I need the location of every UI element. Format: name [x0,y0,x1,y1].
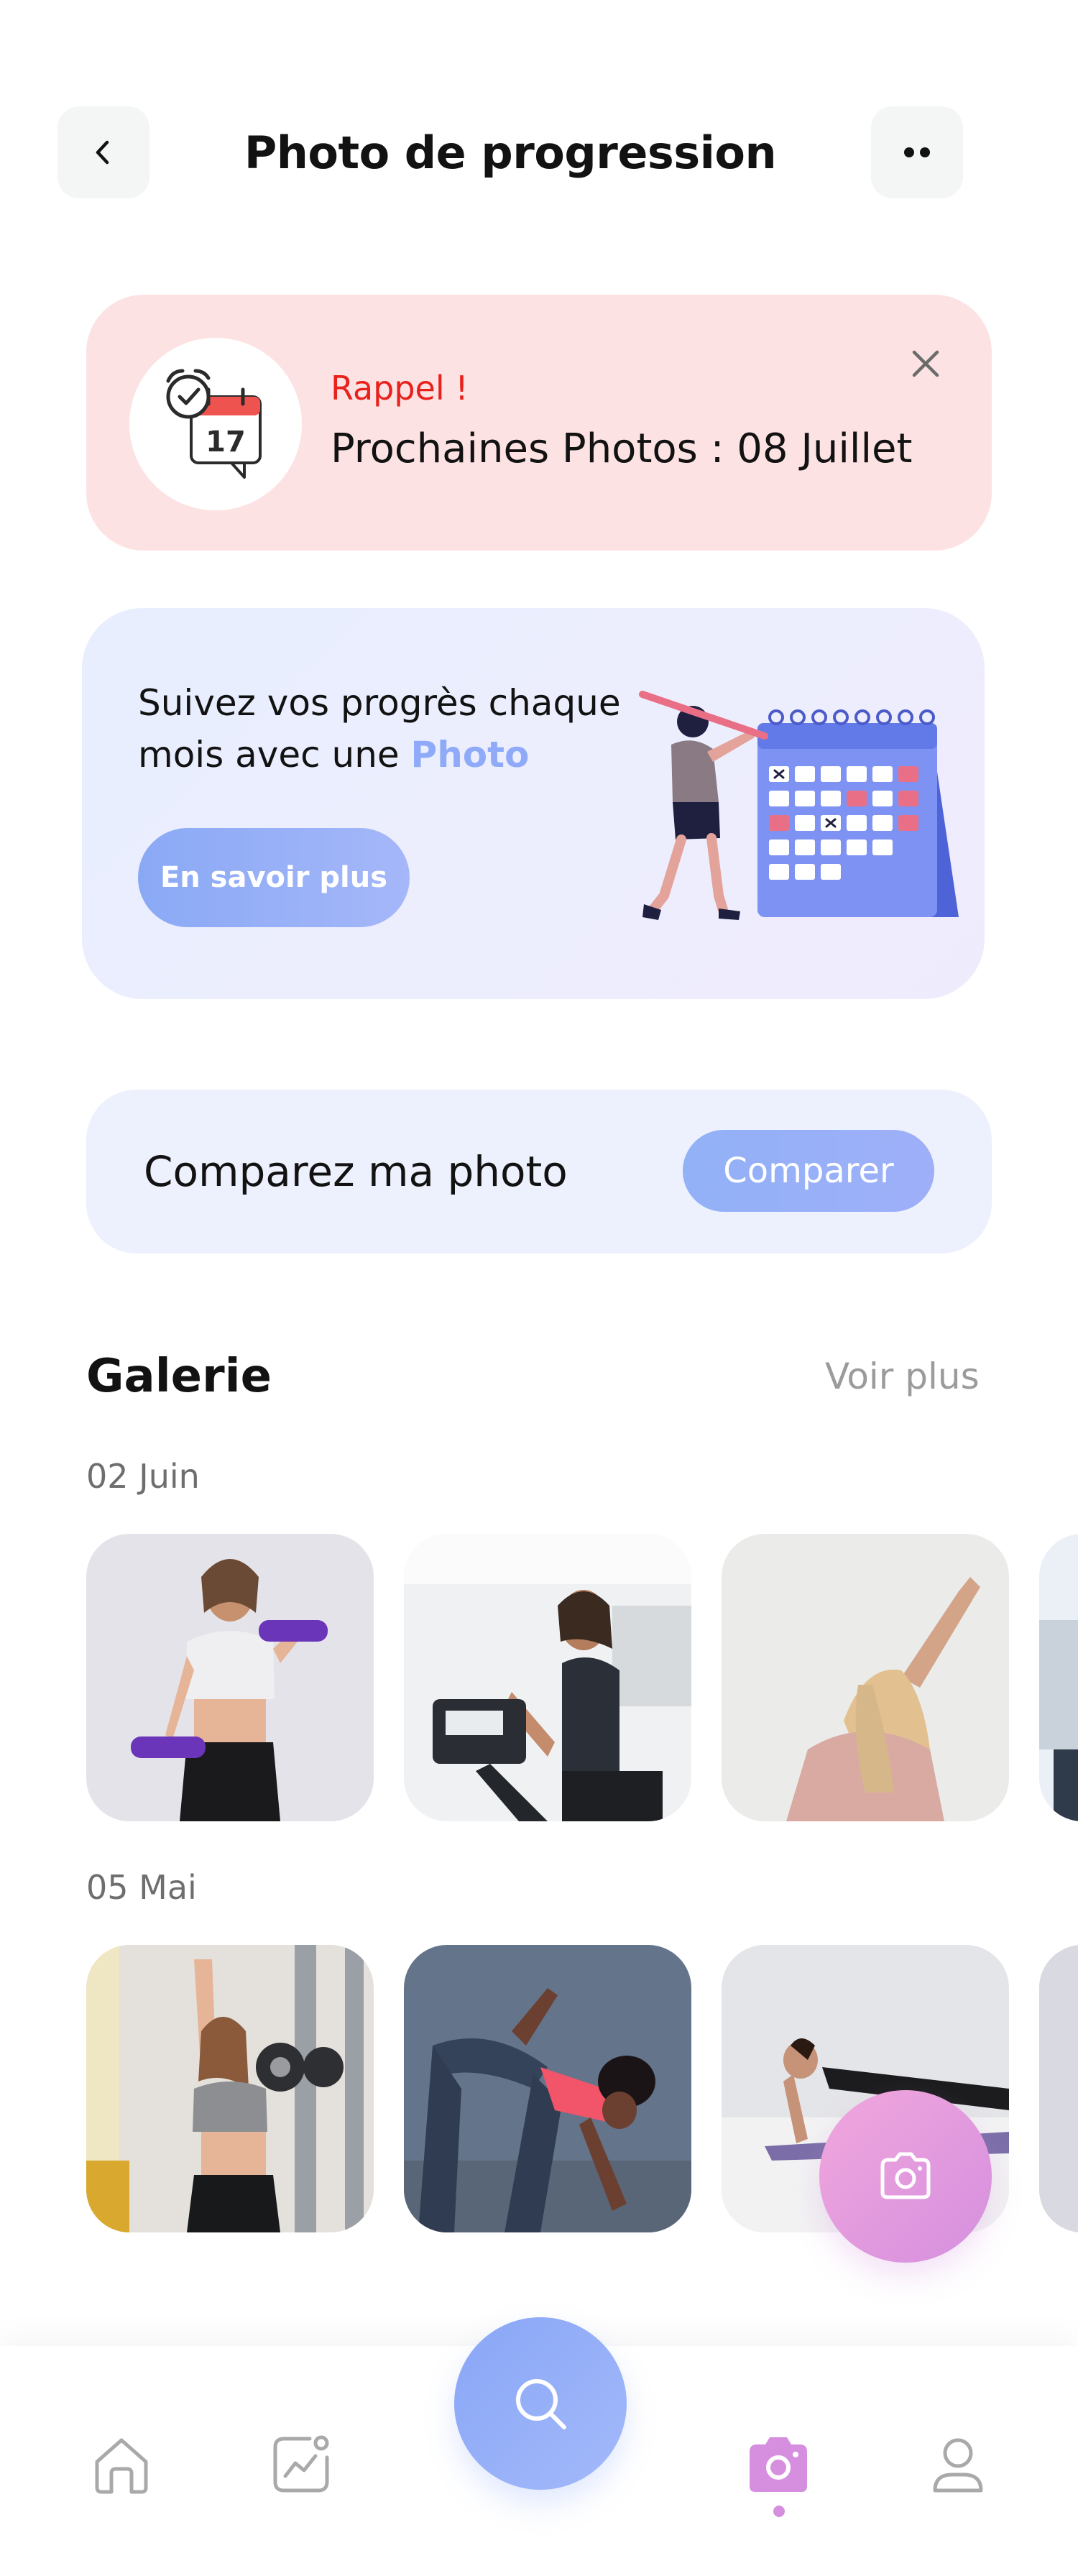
more-button[interactable] [871,106,963,198]
more-dots-icon [904,147,930,157]
compare-button[interactable]: Comparer [683,1130,934,1212]
compare-label: Comparez ma photo [144,1147,568,1196]
partial-photo [1039,1534,1078,1821]
see-more-link[interactable]: Voir plus [825,1351,980,1402]
gallery-photo[interactable] [404,1534,691,1821]
woman-stretching-photo [722,1534,1009,1821]
gallery-photo[interactable] [722,1534,1009,1821]
reminder-close-button[interactable] [903,341,949,387]
compare-card: Comparez ma photo Comparer [86,1090,992,1254]
nav-search-button[interactable] [454,2317,627,2490]
gallery-photo[interactable] [1039,1534,1078,1821]
calendar-illustration [639,691,959,920]
back-button[interactable] [57,106,149,198]
close-icon [912,350,939,377]
woman-exercise-bike-photo [404,1534,691,1821]
nav-photo[interactable] [739,2425,818,2504]
partial-photo [1039,1945,1078,2232]
gallery-date-label: 05 Mai [86,1868,197,1907]
camera-icon [880,2152,931,2199]
nav-home[interactable] [82,2425,161,2504]
promo-text: Suivez vos progrès chaque mois avec une … [138,677,641,781]
woman-dumbbell-gym-photo [86,1945,374,2232]
chevron-left-icon [96,140,109,165]
reminder-card: 17 Rappel ! Prochaines Photos : 08 Juill… [86,295,992,551]
gallery-row [86,1534,1078,1821]
gallery-photo[interactable] [86,1945,374,2232]
promo-text-highlight: Photo [410,734,530,776]
page-title: Photo de progression [244,126,777,179]
active-nav-indicator [773,2506,785,2517]
gallery-date-label: 02 Juin [86,1457,200,1496]
nav-progress[interactable] [262,2425,341,2504]
reminder-text: Prochaines Photos : 08 Juillet [331,426,913,472]
reminder-icon-circle: 17 [129,338,302,510]
learn-more-button[interactable]: En savoir plus [138,828,410,927]
calendar-day: 17 [206,426,246,459]
woman-stretch-leg-photo [404,1945,691,2232]
promo-text-main: Suivez vos progrès chaque mois avec une [138,682,621,776]
camera-icon [750,2437,807,2492]
profile-icon [933,2438,983,2493]
home-icon [95,2438,148,2494]
nav-profile[interactable] [918,2425,998,2504]
gallery-photo[interactable] [404,1945,691,2232]
gallery-photo[interactable] [86,1534,374,1821]
promo-card: Suivez vos progrès chaque mois avec une … [82,608,985,999]
gallery-photo[interactable] [1039,1945,1078,2232]
calendar-alarm-icon: 17 [166,369,262,479]
add-photo-button[interactable] [819,2090,992,2263]
reminder-label: Rappel ! [331,369,469,408]
woman-dumbbells-photo [86,1534,374,1821]
gallery-title: Galerie [86,1350,272,1403]
search-icon [516,2379,566,2429]
chart-icon [273,2435,329,2493]
